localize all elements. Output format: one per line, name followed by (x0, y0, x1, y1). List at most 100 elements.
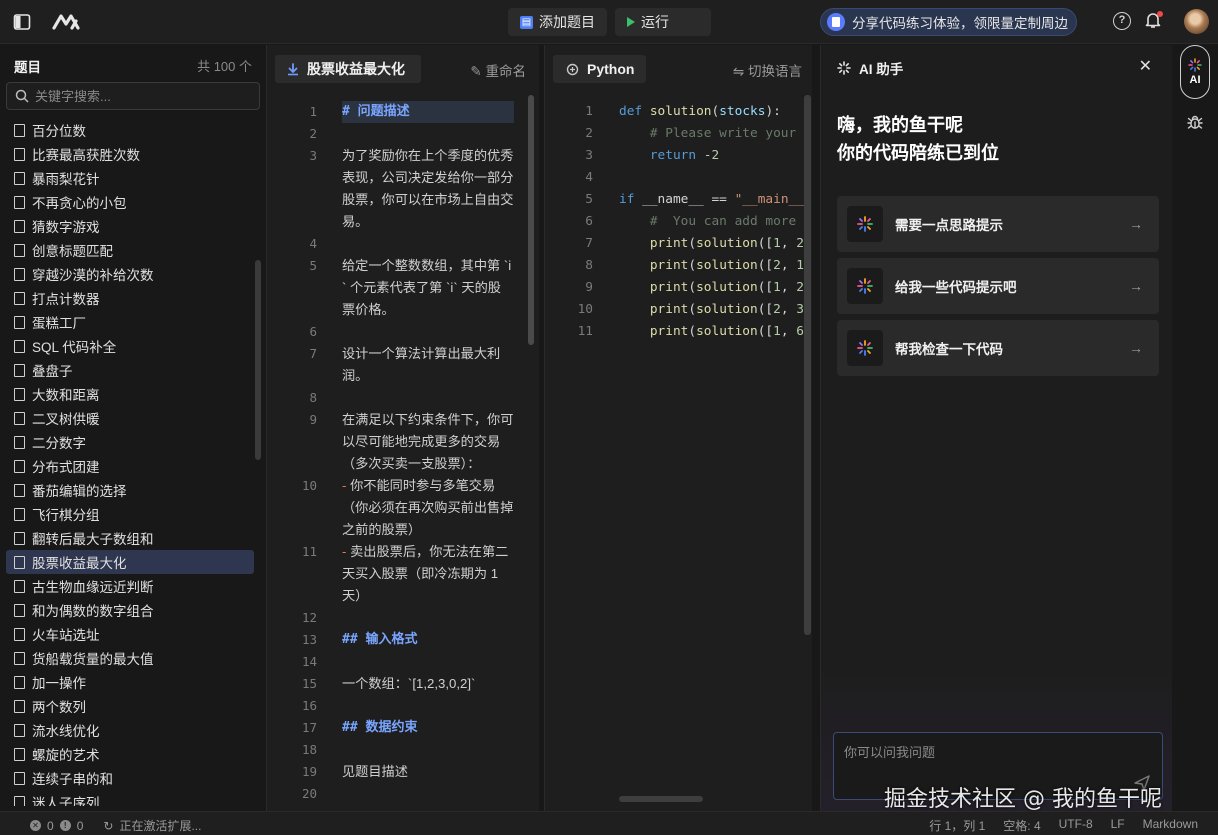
editor-vertical-scrollbar[interactable] (804, 95, 811, 635)
user-avatar[interactable] (1184, 9, 1209, 34)
document-icon (14, 195, 25, 209)
problem-list-item[interactable]: 打点计数器 (6, 286, 254, 310)
play-icon (627, 17, 635, 27)
line-ending[interactable]: LF (1111, 817, 1125, 834)
add-icon: ▤ (520, 15, 533, 29)
document-icon (14, 123, 25, 137)
problem-list-scrollbar[interactable] (255, 260, 261, 460)
line-number: 3 (309, 148, 317, 163)
problem-list-item[interactable]: 创意标题匹配 (6, 238, 254, 262)
switch-language-label: 切换语言 (748, 64, 802, 79)
description-text (342, 783, 514, 805)
problem-list-item[interactable]: 和为偶数的数字组合 (6, 598, 254, 622)
close-icon[interactable]: ✕ (1139, 56, 1152, 76)
problem-list-item[interactable]: 两个数列 (6, 694, 254, 718)
problem-title: 流水线优化 (32, 724, 100, 739)
language-mode[interactable]: Markdown (1143, 817, 1198, 834)
document-icon (14, 651, 25, 665)
line-number: 16 (301, 698, 317, 713)
promo-banner[interactable]: 分享代码练习体验，领限量定制周边 (820, 8, 1077, 36)
description-scrollbar[interactable] (528, 95, 534, 345)
problem-list-item[interactable]: SQL 代码补全 (6, 334, 254, 358)
problem-list-item[interactable]: 翻转后最大子数组和 (6, 526, 254, 550)
code-text: return -2 (649, 148, 720, 163)
description-line: 17 ## 数据约束 (267, 717, 535, 739)
problem-list-item[interactable]: 不再贪心的小包 (6, 190, 254, 214)
problem-list-item[interactable]: 猜数字游戏 (6, 214, 254, 238)
description-text: 设计一个算法计算出最大利润。 (342, 346, 501, 383)
problem-list-item[interactable]: 百分位数 (6, 118, 254, 142)
description-line: 9 在满足以下约束条件下，你可以尽可能地完成更多的交易（多次买卖一支股票）： (267, 409, 535, 475)
suggestion-hint-button[interactable]: 需要一点思路提示 → (837, 196, 1159, 252)
problem-list-item[interactable]: 飞行棋分组 (6, 502, 254, 526)
line-number: 8 (585, 258, 593, 273)
document-icon (14, 627, 25, 641)
problem-list-item[interactable]: 分布式团建 (6, 454, 254, 478)
editor-horizontal-scrollbar[interactable] (619, 796, 703, 802)
status-bar: ✕ 0 ! 0 ↻ 正在激活扩展... 行 1，列 1 空格: 4 UTF-8 … (0, 811, 1218, 835)
problem-title: 加一操作 (32, 676, 86, 691)
line-number: 19 (301, 764, 317, 779)
rename-button[interactable]: ✎ 重命名 (470, 60, 526, 80)
indent-setting[interactable]: 空格: 4 (1003, 817, 1040, 834)
run-label: 运行 (641, 14, 669, 30)
problem-list-item[interactable]: 迷人子序列 (6, 790, 254, 806)
description-line: 7 设计一个算法计算出最大利润。 (267, 343, 535, 387)
switch-language-button[interactable]: ⇋ 切换语言 (733, 60, 802, 80)
problem-title: SQL 代码补全 (32, 340, 117, 355)
description-markdown[interactable]: 1 # 问题描述 2 3 为了奖励你在上个季度的优秀表现，公司决定发给你一部分股票，你可… (267, 101, 535, 806)
problem-list-item[interactable]: 番茄编辑的选择 (6, 478, 254, 502)
problem-list-item[interactable]: 连续子串的和 (6, 766, 254, 790)
language-tab[interactable]: Python (553, 55, 646, 83)
problem-list-item[interactable]: 加一操作 (6, 670, 254, 694)
cursor-position[interactable]: 行 1，列 1 (929, 817, 985, 834)
description-line: 13 ## 输入格式 (267, 629, 535, 651)
search-input[interactable] (35, 88, 245, 104)
ai-toggle-label: AI (1189, 74, 1201, 86)
encoding[interactable]: UTF-8 (1059, 817, 1093, 834)
problem-list-item[interactable]: 穿越沙漠的补给次数 (6, 262, 254, 286)
error-count[interactable]: 0 (47, 819, 54, 833)
ai-assistant-toggle[interactable]: AI (1180, 45, 1210, 99)
code-line: 4 (545, 167, 811, 189)
problem-list-item[interactable]: 火车站选址 (6, 622, 254, 646)
document-icon (14, 267, 25, 281)
sparkle-icon (1188, 58, 1202, 72)
description-line: 5 给定一个整数数组，其中第 `i` 个元素代表了第 `i` 天的股票价格。 (267, 255, 535, 321)
code-area[interactable]: 1 def solution(stocks): 2 # Please write y… (545, 101, 811, 806)
problem-list-item[interactable]: 古生物血缘远近判断 (6, 574, 254, 598)
warning-count[interactable]: 0 (77, 819, 84, 833)
problem-list-item[interactable]: 股票收益最大化 (6, 550, 254, 574)
problem-search-box[interactable] (6, 82, 260, 110)
problem-title: 打点计数器 (32, 292, 100, 307)
description-text (342, 387, 514, 409)
error-icon[interactable]: ✕ (30, 820, 41, 831)
notification-bell-icon[interactable] (1144, 11, 1164, 31)
line-number: 15 (301, 676, 317, 691)
problem-list-item[interactable]: 大数和距离 (6, 382, 254, 406)
description-tab[interactable]: 股票收益最大化 (275, 55, 421, 83)
problem-list-item[interactable]: 二叉树供暖 (6, 406, 254, 430)
description-text (342, 739, 514, 761)
add-problem-button[interactable]: ▤ 添加题目 (508, 8, 607, 36)
line-number: 3 (585, 148, 593, 163)
description-text: 给定一个整数数组，其中第 `i` 个元素代表了第 `i` 天的股票价格。 (342, 258, 512, 317)
problem-list-item[interactable]: 蛋糕工厂 (6, 310, 254, 334)
problem-list-item[interactable]: 流水线优化 (6, 718, 254, 742)
line-number: 5 (309, 258, 317, 273)
help-icon[interactable]: ? (1113, 12, 1131, 30)
problem-list-item[interactable]: 叠盘子 (6, 358, 254, 382)
problem-list-item[interactable]: 货船载货量的最大值 (6, 646, 254, 670)
marscode-logo-icon[interactable] (52, 10, 84, 34)
problem-list-item[interactable]: 暴雨梨花针 (6, 166, 254, 190)
suggestion-check-code-button[interactable]: 帮我检查一下代码 → (837, 320, 1159, 376)
problem-list-item[interactable]: 螺旋的艺术 (6, 742, 254, 766)
debug-bug-icon[interactable] (1186, 113, 1204, 131)
description-text: ## 输入格式 (342, 632, 418, 647)
problem-list-item[interactable]: 二分数字 (6, 430, 254, 454)
suggestion-code-hint-button[interactable]: 给我一些代码提示吧 → (837, 258, 1159, 314)
run-button[interactable]: 运行 (615, 8, 711, 36)
problem-list-item[interactable]: 比赛最高获胜次数 (6, 142, 254, 166)
warning-icon[interactable]: ! (59, 820, 71, 831)
sidebar-toggle-icon[interactable] (10, 10, 34, 34)
